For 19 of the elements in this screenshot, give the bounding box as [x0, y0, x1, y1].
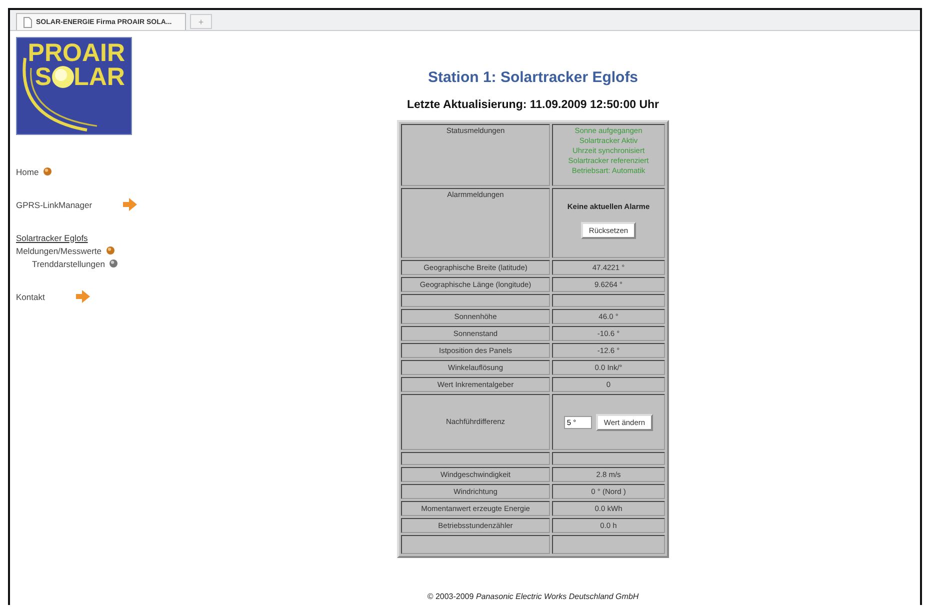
copyright-text: © 2003-2009 Panasonic Electric Works Deutschland GmbH: [427, 592, 639, 601]
ball-icon: [108, 259, 118, 268]
nav-link[interactable]: Kontakt: [16, 292, 45, 302]
arrow-icon: [74, 290, 91, 303]
logo-text: LAR: [74, 66, 125, 88]
nav-link[interactable]: Solartracker Eglofs: [16, 232, 88, 242]
nav-link[interactable]: GPRS-LinkManager: [16, 200, 92, 210]
sun-icon: [50, 65, 75, 89]
ball-icon: [42, 167, 52, 176]
arrow-icon: [122, 198, 138, 211]
nav-link[interactable]: Trenddarstellungen: [32, 258, 105, 268]
page-icon: [23, 16, 32, 28]
logo-text: S: [34, 66, 52, 88]
nav-link[interactable]: Meldungen/Messwerte: [16, 246, 102, 256]
ball-icon: [106, 246, 115, 255]
page-title: Station 1: Solartracker Eglofs: [428, 69, 638, 86]
last-update: Letzte Aktualisierung: 11.09.2009 12:50:00 Uhr: [406, 99, 660, 111]
logo-text: PROAIR: [28, 42, 125, 65]
nav-link[interactable]: Home: [16, 166, 39, 176]
